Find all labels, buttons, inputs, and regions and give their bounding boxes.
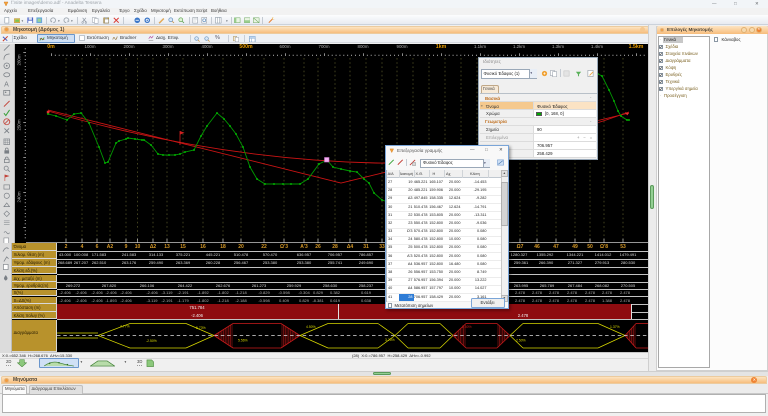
svg-text:A: A <box>4 82 9 88</box>
svg-text:5.56%: 5.56% <box>238 339 248 343</box>
svg-text:3.25%: 3.25% <box>385 338 395 342</box>
svg-text:5.73%: 5.73% <box>196 326 206 330</box>
svg-text:2.50%: 2.50% <box>462 325 472 329</box>
svg-text:260m: 260m <box>16 54 21 65</box>
svg-text:1.37%: 1.37% <box>610 325 620 329</box>
svg-text:240m: 240m <box>16 191 21 202</box>
svg-text:4.50%: 4.50% <box>306 325 316 329</box>
svg-text:250m: 250m <box>16 119 21 130</box>
svg-text:2.50%: 2.50% <box>516 339 526 343</box>
svg-text:4.77%: 4.77% <box>120 325 130 329</box>
svg-text:-2.50%: -2.50% <box>146 339 157 343</box>
